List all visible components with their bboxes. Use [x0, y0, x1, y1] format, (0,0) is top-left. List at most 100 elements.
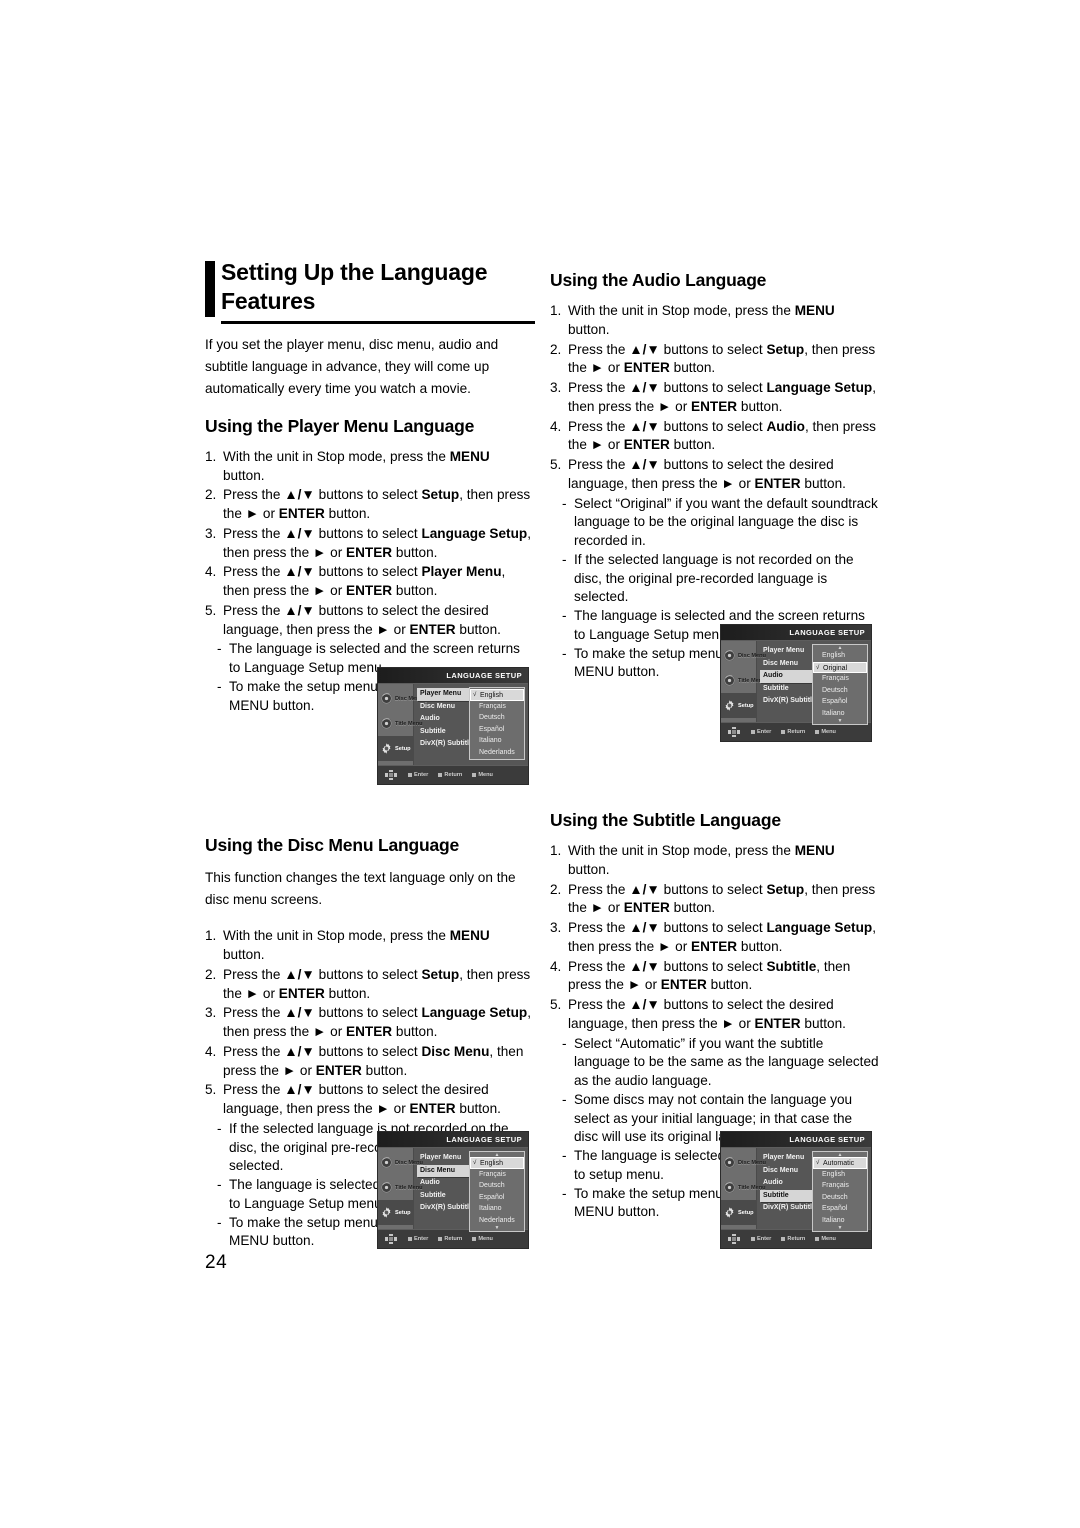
step-emphasis: MENU — [794, 303, 835, 318]
step-emphasis: ENTER — [660, 977, 707, 993]
step-item: 2. Press the ▲/▼ buttons to select Setup,… — [205, 966, 535, 1004]
step-text: button. — [669, 900, 716, 916]
step-text: button. — [737, 398, 783, 414]
osd-screenshot-player-menu: LANGUAGE SETUP Disc Menu Title Menu Setu… — [377, 667, 529, 785]
note-dash: - — [562, 551, 567, 567]
osd-footer-enter[interactable]: Enter — [751, 729, 771, 735]
osd-footer-enter[interactable]: Enter — [408, 1236, 428, 1242]
step-number: 4. — [205, 564, 217, 580]
osd-language-option-italiano[interactable]: Italiano — [470, 735, 524, 747]
osd-main: Player Menu Disc Menu Audio Subtitle DivX(R)… — [757, 641, 871, 725]
osd-language-option-italiano[interactable]: Italiano — [470, 1203, 524, 1215]
osd-language-option-english[interactable]: English — [813, 650, 867, 662]
osd-language-list: √ English Français Deutsch Español Italiano Ne… — [469, 687, 525, 760]
osd-language-option-espa-ol[interactable]: Español — [813, 696, 867, 708]
osd-sidebar-item-disc-menu[interactable]: Disc Menu — [378, 1150, 423, 1175]
osd-footer-return[interactable]: Return — [781, 1236, 805, 1242]
step-number: 3. — [205, 525, 217, 541]
button-dot-icon — [438, 773, 443, 777]
step-item: 1. With the unit in Stop mode, press the … — [550, 842, 880, 880]
step-item: 2. Press the ▲/▼ buttons to select Setup,… — [205, 486, 535, 524]
step-text: Press the — [568, 920, 630, 935]
osd-language-option-deutsch[interactable]: Deutsch — [813, 1192, 867, 1204]
osd-language-option-english[interactable]: √ English — [470, 1157, 524, 1169]
osd-sidebar-item-setup[interactable]: Setup — [721, 1200, 756, 1225]
step-emphasis: ▲/▼ — [629, 341, 660, 357]
step-emphasis: ENTER — [278, 985, 325, 1001]
osd-language-option-fran-ais[interactable]: Français — [470, 701, 524, 713]
osd-sidebar-item-title-menu[interactable]: Title Menu — [378, 1175, 423, 1200]
osd-footer-label: Enter — [414, 772, 429, 778]
osd-sidebar-item-disc-menu[interactable]: Disc Menu — [721, 1150, 766, 1175]
gear-icon — [380, 1206, 393, 1219]
step-number: 5. — [205, 1082, 217, 1098]
osd-footer-menu[interactable]: Menu — [815, 729, 836, 735]
step-item: 4. Press the ▲/▼ buttons to select Audio,… — [550, 418, 880, 456]
disc-icon — [723, 1156, 736, 1169]
step-text: Press the — [568, 881, 630, 897]
osd-language-option-fran-ais[interactable]: Français — [470, 1169, 524, 1181]
osd-language-option-original[interactable]: √ Original — [813, 661, 867, 673]
page-title: Setting Up the Language Features — [205, 258, 535, 324]
osd-footer-return[interactable]: Return — [438, 1236, 462, 1242]
osd-sidebar-item-title-menu[interactable]: Title Menu — [378, 711, 423, 736]
step-emphasis: ▲/▼ — [284, 525, 315, 541]
step-text: Press the — [223, 1005, 285, 1021]
step-text: buttons to select — [314, 564, 422, 580]
osd-language-option-italiano[interactable]: Italiano — [813, 1215, 867, 1227]
osd-footer-enter[interactable]: Enter — [408, 772, 428, 778]
osd-language-option-espa-ol[interactable]: Español — [470, 1192, 524, 1204]
step-number: 2. — [550, 881, 562, 897]
osd-sidebar-item-setup[interactable]: Setup — [378, 1200, 413, 1225]
gear-icon — [380, 742, 393, 755]
osd-footer-label: Return — [444, 1236, 463, 1242]
osd-language-option-nederlands[interactable]: Nederlands — [470, 747, 524, 759]
scroll-down-icon[interactable]: ▼ — [813, 719, 867, 724]
osd-language-option-nederlands[interactable]: Nederlands — [470, 1215, 524, 1227]
osd-footer-menu[interactable]: Menu — [815, 1236, 836, 1242]
osd-footer-label: Enter — [757, 729, 772, 735]
step-emphasis: ENTER — [691, 398, 738, 414]
osd-language-option-espa-ol[interactable]: Español — [470, 724, 524, 736]
step-number: 4. — [550, 958, 562, 974]
osd-footer-menu[interactable]: Menu — [472, 772, 493, 778]
osd-language-option-fran-ais[interactable]: Français — [813, 673, 867, 685]
osd-language-option-italiano[interactable]: Italiano — [813, 708, 867, 720]
osd-language-option-english[interactable]: √ English — [470, 689, 524, 701]
osd-language-option-deutsch[interactable]: Deutsch — [813, 685, 867, 697]
osd-sidebar-item-title-menu[interactable]: Title Menu — [721, 1175, 766, 1200]
osd-footer-label: Menu — [478, 772, 493, 778]
osd-language-option-espa-ol[interactable]: Español — [813, 1203, 867, 1215]
osd-footer-return[interactable]: Return — [438, 772, 462, 778]
osd-language-option-deutsch[interactable]: Deutsch — [470, 1180, 524, 1192]
osd-language-option-deutsch[interactable]: Deutsch — [470, 712, 524, 724]
osd-footer-label: Enter — [414, 1236, 429, 1242]
steps-disc-menu: 1. With the unit in Stop mode, press the … — [205, 927, 535, 1119]
osd-sidebar-item-title-menu[interactable]: Title Menu — [721, 668, 766, 693]
note-dash: - — [217, 1214, 222, 1230]
osd-screenshot-disc-menu: LANGUAGE SETUP Disc Menu Title Menu Setu… — [377, 1131, 529, 1249]
scroll-down-icon[interactable]: ▼ — [470, 1226, 524, 1231]
osd-sidebar-item-setup[interactable]: Setup — [378, 736, 413, 761]
step-text: button. — [223, 947, 265, 963]
osd-footer-enter[interactable]: Enter — [751, 1236, 771, 1242]
osd-language-option-english[interactable]: English — [813, 1169, 867, 1181]
osd-footer-return[interactable]: Return — [781, 729, 805, 735]
osd-sidebar-item-disc-menu[interactable]: Disc Menu — [721, 643, 766, 668]
osd-language-option-fran-ais[interactable]: Français — [813, 1180, 867, 1192]
step-emphasis: ▲/▼ — [629, 958, 660, 974]
step-text: button. — [361, 1062, 408, 1078]
note-dash: - — [562, 608, 567, 623]
step-text: Press the — [223, 525, 285, 541]
step-text: button. — [455, 621, 501, 637]
note-dash: - — [217, 678, 222, 694]
osd-language-option-automatic[interactable]: √ Automatic — [813, 1157, 867, 1169]
step-text: button. — [737, 938, 783, 954]
heading-subtitle-language: Using the Subtitle Language — [550, 810, 781, 830]
step-emphasis: Subtitle — [766, 958, 817, 974]
osd-sidebar-item-disc-menu[interactable]: Disc Menu — [378, 686, 423, 711]
osd-sidebar-item-setup[interactable]: Setup — [721, 693, 756, 718]
osd-footer-menu[interactable]: Menu — [472, 1236, 493, 1242]
button-dot-icon — [751, 1237, 755, 1241]
scroll-down-icon[interactable]: ▼ — [813, 1226, 867, 1231]
